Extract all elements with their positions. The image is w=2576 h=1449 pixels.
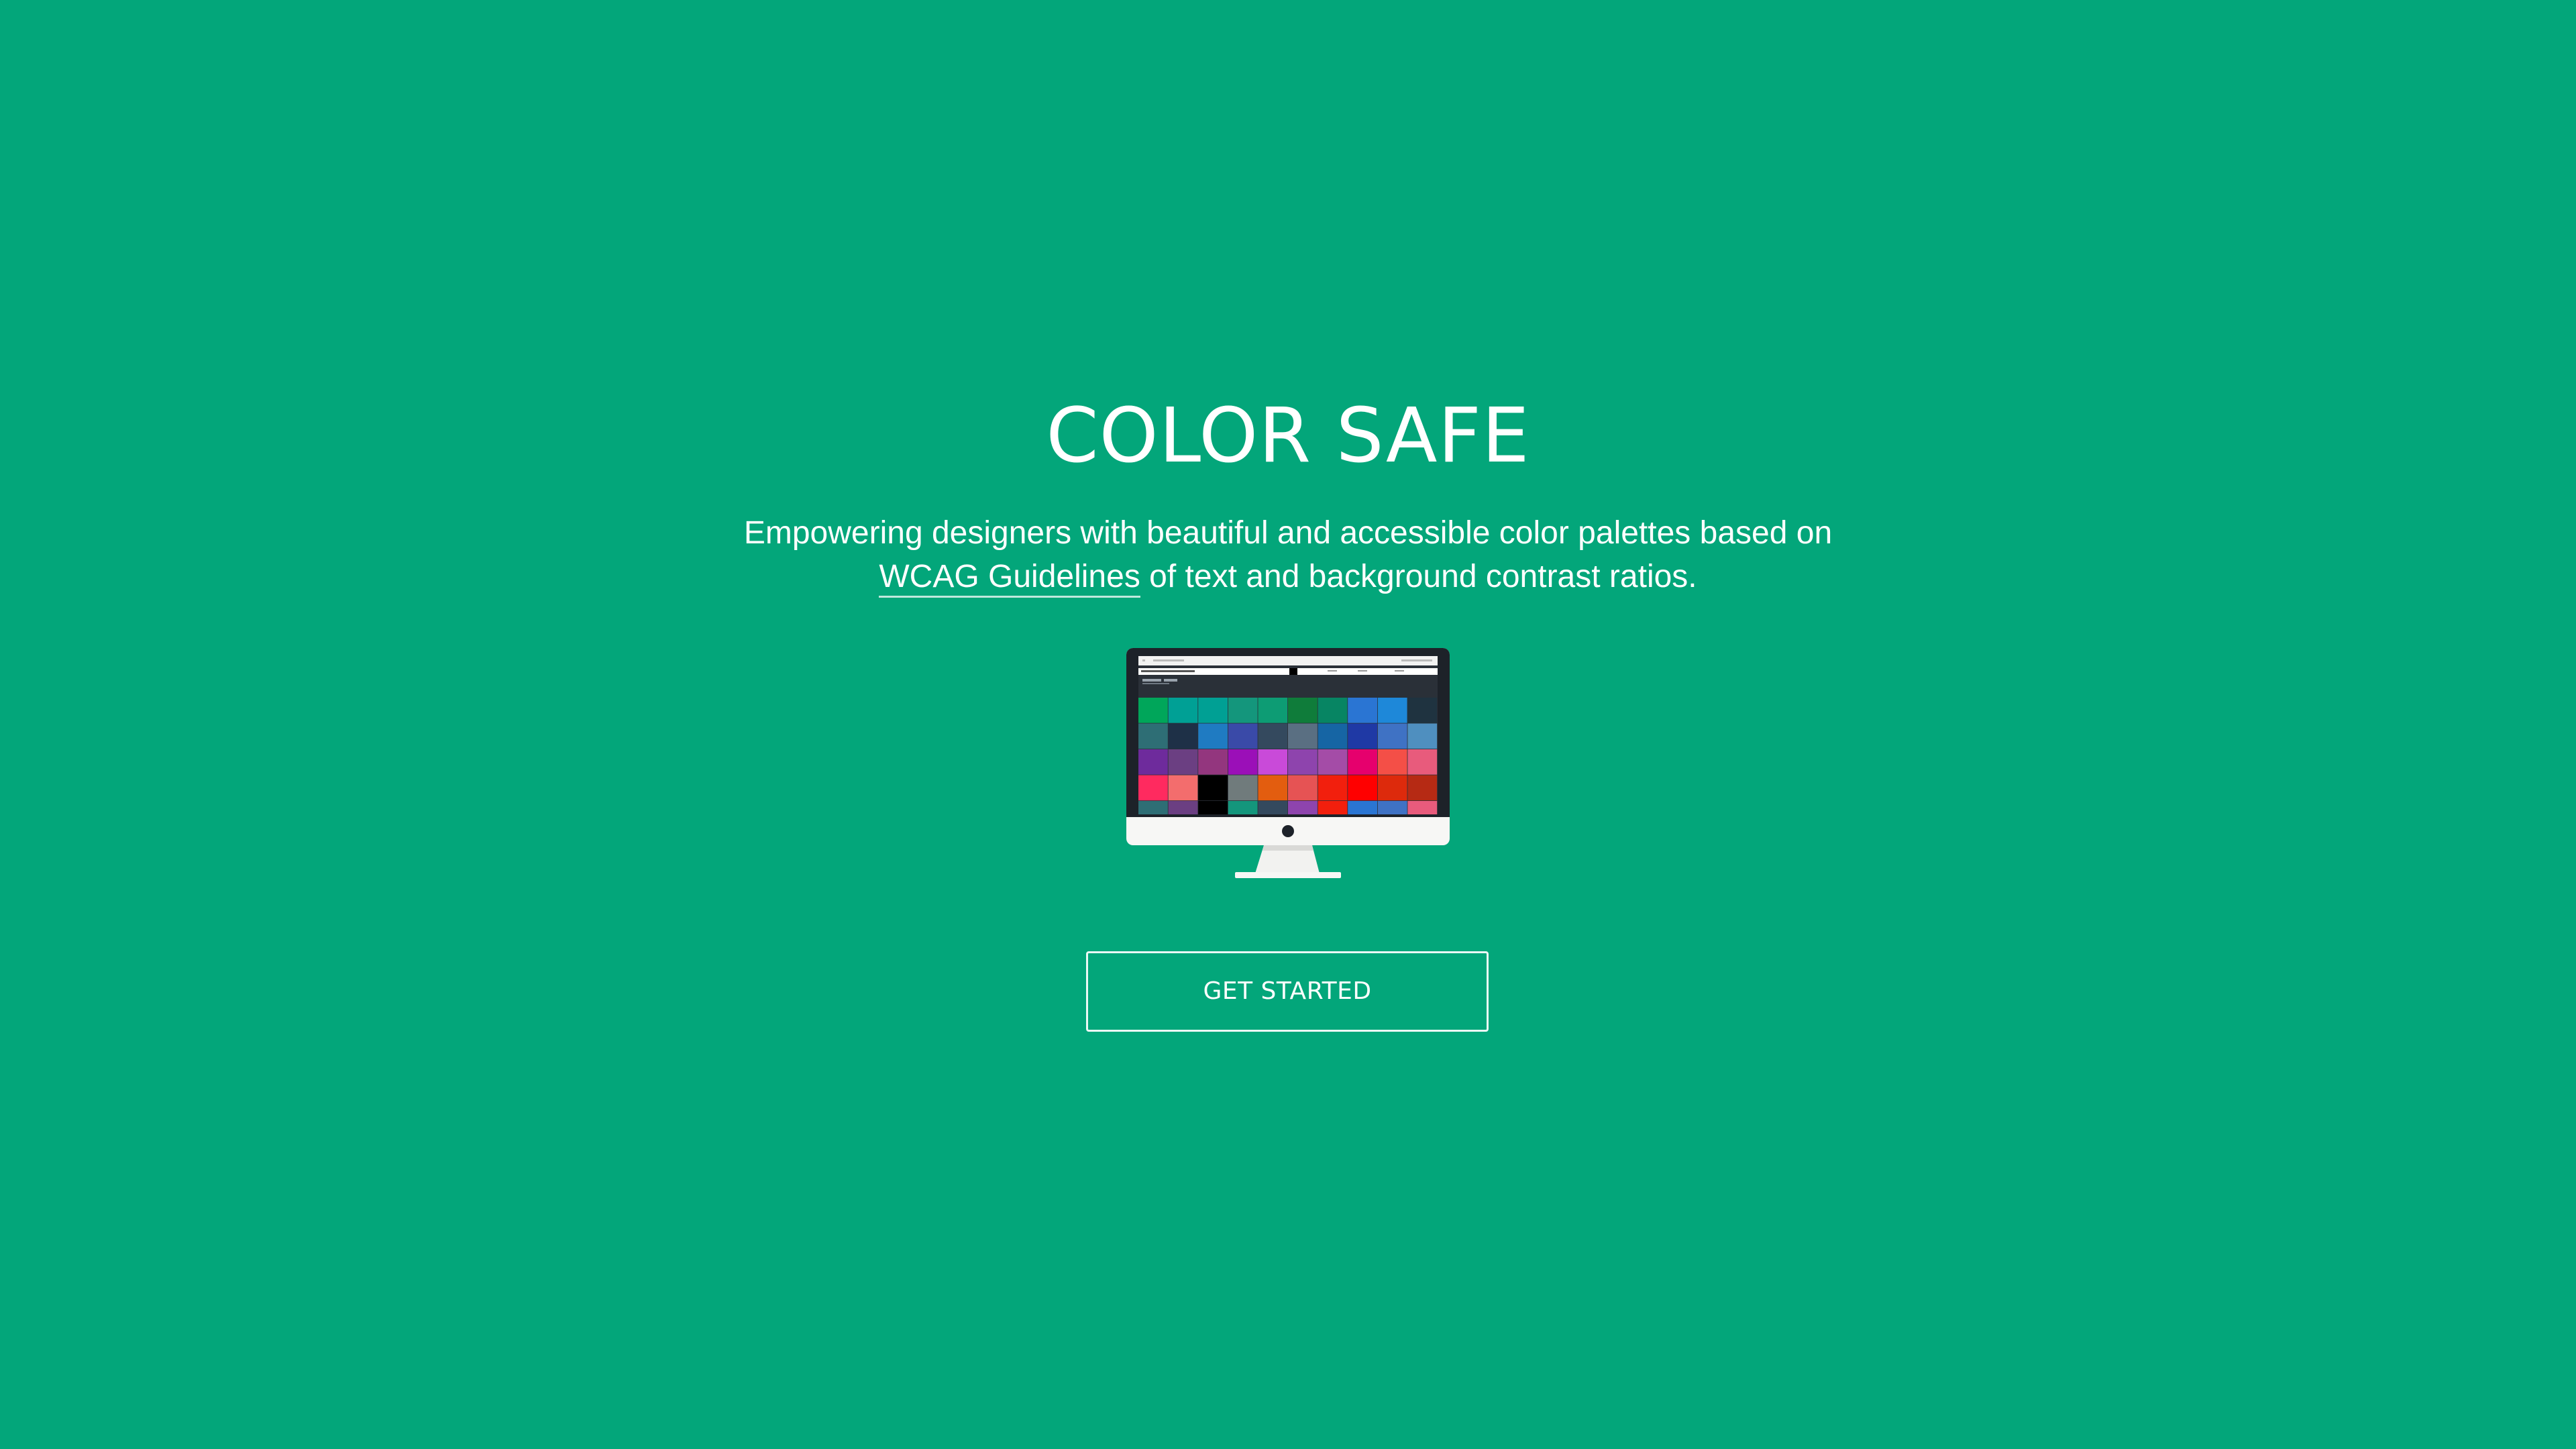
color-swatch (1168, 775, 1198, 801)
color-swatch (1168, 723, 1198, 749)
color-swatch (1258, 749, 1288, 775)
color-swatch (1228, 775, 1258, 801)
subtitle-line-1: Empowering designers with beautiful and … (743, 515, 1833, 551)
color-swatch (1198, 723, 1228, 749)
color-swatch (1138, 775, 1168, 801)
color-swatch (1138, 801, 1168, 814)
color-swatch (1228, 723, 1258, 749)
color-swatch (1377, 723, 1407, 749)
imac-monitor-icon (1126, 648, 1450, 878)
color-swatch (1407, 801, 1438, 814)
color-swatch (1407, 723, 1438, 749)
color-swatch (1407, 749, 1438, 775)
monitor-stand-base (1235, 872, 1341, 878)
monitor-camera-dot (1282, 825, 1294, 837)
color-swatch (1168, 749, 1198, 775)
color-swatch (1258, 801, 1288, 814)
color-swatch (1198, 801, 1228, 814)
get-started-button[interactable]: GET STARTED (1086, 951, 1489, 1032)
color-swatch (1258, 698, 1288, 723)
color-swatch (1348, 801, 1377, 814)
color-swatch (1138, 698, 1168, 723)
color-swatch (1228, 749, 1258, 775)
color-swatch (1138, 723, 1168, 749)
color-swatch (1377, 698, 1407, 723)
color-swatch (1348, 723, 1377, 749)
color-swatch (1288, 749, 1318, 775)
color-swatch (1258, 723, 1288, 749)
color-swatch (1318, 801, 1348, 814)
color-swatch (1318, 775, 1348, 801)
color-swatch (1138, 749, 1168, 775)
color-swatch (1228, 698, 1258, 723)
color-swatch (1288, 723, 1318, 749)
color-swatch (1348, 749, 1377, 775)
hero-subtitle: Empowering designers with beautiful and … (0, 511, 2576, 598)
color-swatch (1318, 723, 1348, 749)
color-swatch (1288, 801, 1318, 814)
color-swatch (1377, 749, 1407, 775)
color-swatch (1407, 775, 1438, 801)
monitor-screen (1138, 656, 1438, 814)
color-swatch (1318, 698, 1348, 723)
color-swatch (1198, 698, 1228, 723)
color-swatch (1348, 775, 1377, 801)
color-swatch (1318, 749, 1348, 775)
color-swatch (1288, 775, 1318, 801)
color-swatch (1407, 698, 1438, 723)
wcag-guidelines-link[interactable]: WCAG Guidelines (879, 559, 1140, 598)
landing-page: COLOR SAFE Empowering designers with bea… (0, 0, 2576, 1449)
color-swatch (1258, 775, 1288, 801)
color-swatch (1348, 698, 1377, 723)
color-swatch (1198, 749, 1228, 775)
subtitle-line-2: of text and background contrast ratios. (1140, 559, 1697, 594)
color-swatch (1198, 775, 1228, 801)
color-swatch (1168, 801, 1198, 814)
page-title: COLOR SAFE (1046, 392, 1530, 480)
color-swatch (1288, 698, 1318, 723)
color-swatch (1228, 801, 1258, 814)
color-swatch (1377, 801, 1407, 814)
color-swatch (1168, 698, 1198, 723)
color-swatch (1377, 775, 1407, 801)
